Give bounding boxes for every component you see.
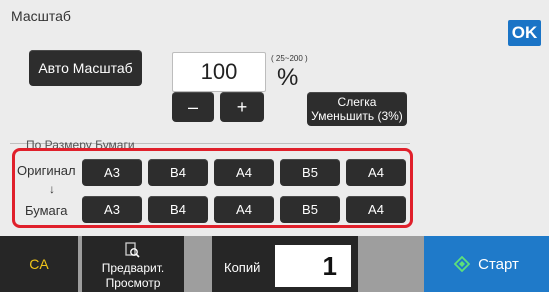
copies-input[interactable]: 1 (275, 245, 351, 287)
slightly-reduce-button[interactable]: Слегка Уменьшить (3%) (307, 92, 407, 126)
preview-icon (125, 242, 140, 258)
paper-section-title: По Размеру Бумаги (26, 138, 135, 148)
ok-button[interactable]: OK (508, 20, 541, 46)
paper-size-button[interactable]: B5 (280, 196, 340, 223)
original-size-button[interactable]: A3 (82, 159, 142, 186)
paper-size-button[interactable]: A4 (214, 196, 274, 223)
page-title: Масштаб (11, 8, 71, 24)
paper-size-button[interactable]: B4 (148, 196, 208, 223)
scale-value-field[interactable]: 100 (172, 52, 266, 92)
paper-row-label: Бумага (25, 203, 68, 218)
preview-button[interactable]: Предварит. Просмотр (82, 236, 184, 292)
arrow-down-icon: ↓ (49, 182, 55, 196)
original-size-button[interactable]: A4 (346, 159, 406, 186)
percent-unit: % (277, 64, 299, 91)
copies-control: Копий 1 (212, 236, 358, 292)
paper-size-button[interactable]: A3 (82, 196, 142, 223)
auto-scale-button[interactable]: Авто Масштаб (29, 50, 142, 86)
preview-label: Предварит. Просмотр (101, 261, 165, 290)
increase-button[interactable]: + (220, 92, 264, 122)
scale-range-hint: ( 25~200 ) (271, 54, 308, 63)
paper-size-button[interactable]: A4 (346, 196, 406, 223)
original-row-label: Оригинал (17, 163, 76, 178)
original-size-button[interactable]: A4 (214, 159, 274, 186)
original-size-button[interactable]: B5 (280, 159, 340, 186)
copies-label: Копий (224, 260, 261, 275)
start-icon (454, 256, 471, 272)
start-label: Старт (478, 255, 519, 273)
clear-all-button[interactable]: CA (0, 236, 78, 292)
decrease-button[interactable]: – (172, 92, 214, 122)
start-button[interactable]: Старт (424, 236, 549, 292)
original-size-button[interactable]: B4 (148, 159, 208, 186)
